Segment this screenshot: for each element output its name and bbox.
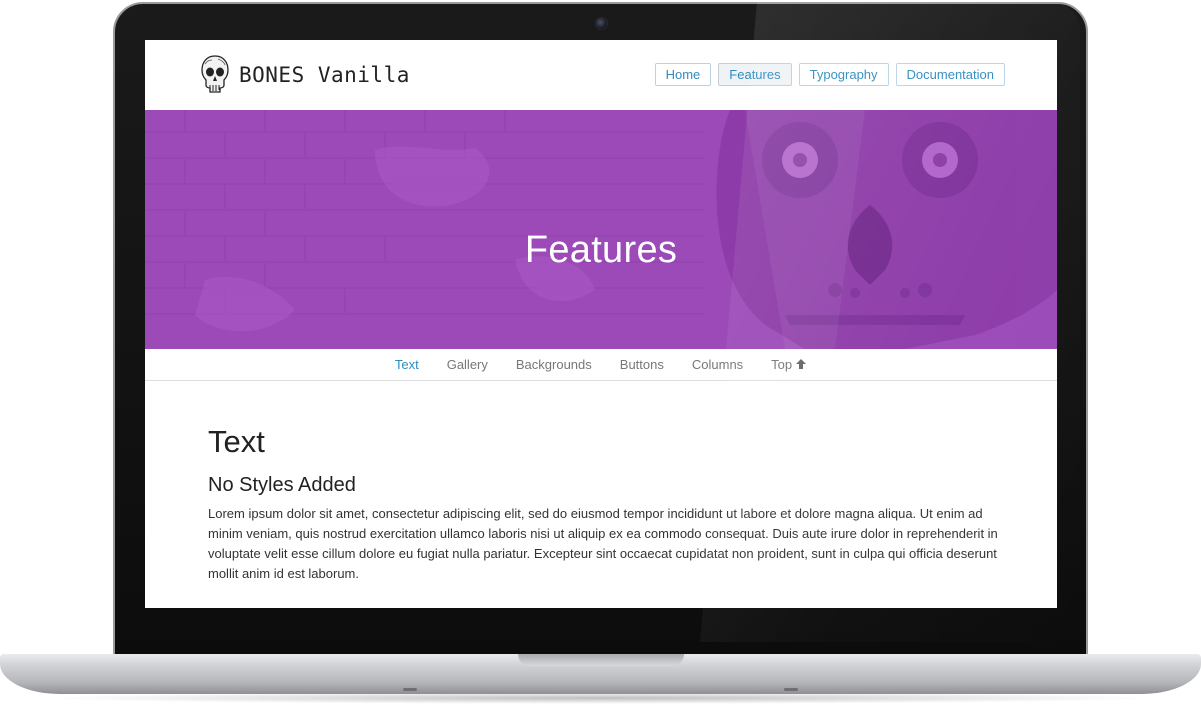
skull-icon (201, 55, 229, 93)
site-title: BONES Vanilla (239, 63, 410, 87)
webcam (595, 17, 608, 30)
section-heading: Text (208, 424, 265, 459)
main-nav: Home Features Typography Documentation (654, 63, 1005, 86)
section-subnav: Text Gallery Backgrounds Buttons Columns… (145, 349, 1057, 381)
subnav-item-buttons[interactable]: Buttons (620, 349, 664, 380)
site-logo[interactable]: BONES Vanilla (199, 54, 410, 96)
body-paragraph: Lorem ipsum dolor sit amet, consectetur … (208, 506, 998, 581)
hero-title: Features (524, 229, 678, 272)
laptop-foot (403, 688, 417, 691)
subnav-item-gallery[interactable]: Gallery (447, 349, 488, 380)
subnav-item-backgrounds[interactable]: Backgrounds (516, 349, 592, 380)
subnav-top-label: Top (771, 357, 793, 372)
section-subheading: No Styles Added (208, 474, 356, 496)
laptop-foot (784, 688, 798, 691)
nav-typography-button[interactable]: Typography (798, 63, 889, 86)
subnav-item-columns[interactable]: Columns (692, 349, 743, 380)
browser-viewport: BONES Vanilla Home Features Typography D… (145, 40, 1057, 608)
subnav-item-top[interactable]: Top (771, 349, 807, 380)
nav-home-button[interactable]: Home (654, 63, 712, 86)
site-header: BONES Vanilla Home Features Typography D… (145, 40, 1057, 110)
nav-features-button[interactable]: Features (718, 63, 792, 86)
hero-banner: Features (145, 110, 1057, 349)
arrow-up-icon (796, 359, 807, 369)
laptop-notch (518, 654, 684, 666)
main-content: Text No Styles Added Lorem ipsum dolor s… (208, 422, 998, 584)
nav-documentation-button[interactable]: Documentation (895, 63, 1005, 86)
subnav-item-text[interactable]: Text (395, 349, 419, 380)
